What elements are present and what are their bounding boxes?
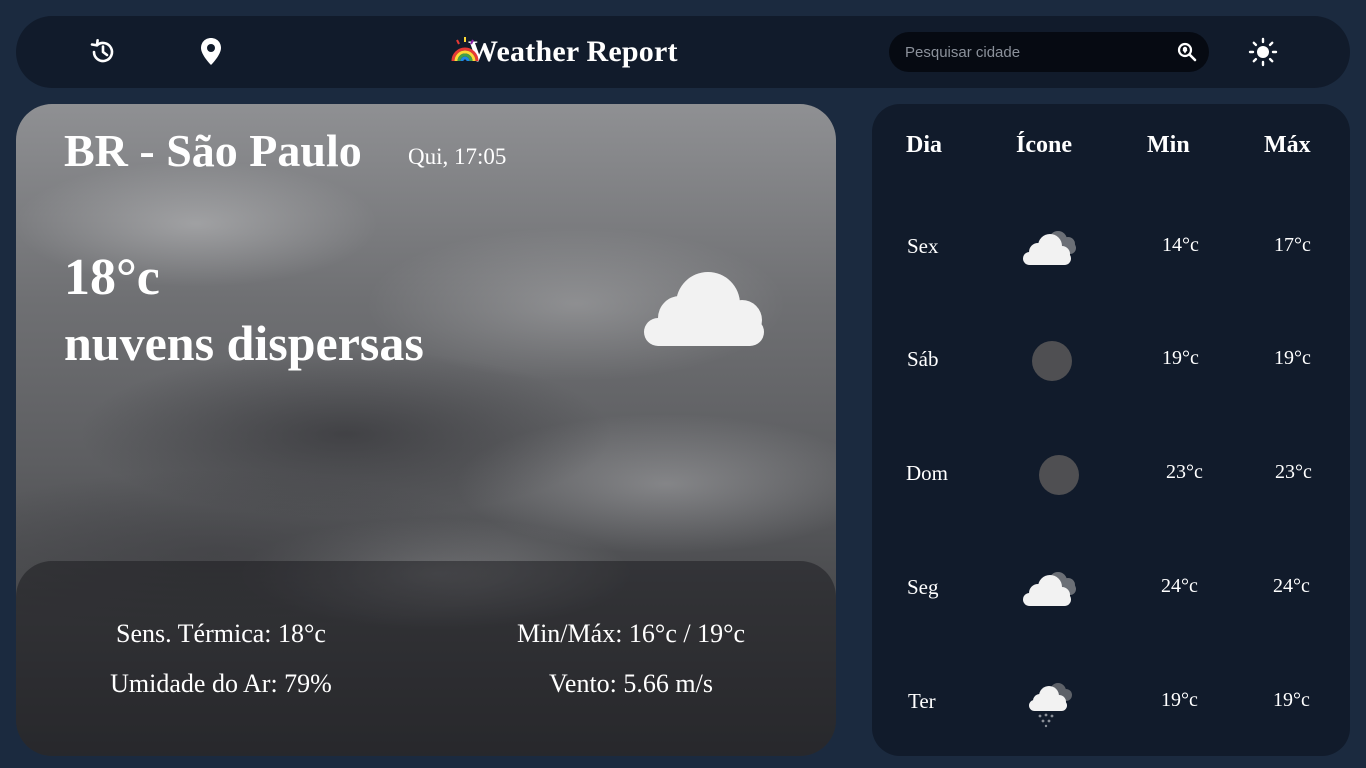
location-pin-icon[interactable] [196,37,226,67]
history-icon[interactable] [88,37,118,67]
forecast-max: 19°c [1273,689,1310,711]
forecast-row: Sex 14°c 17°c [872,216,1350,276]
overcast-icon [1032,341,1072,381]
weather-description: nuvens dispersas [64,315,424,371]
forecast-min: 14°c [1162,234,1199,256]
forecast-row: Seg 24°c 24°c [872,557,1350,617]
forecast-max: 17°c [1274,234,1311,256]
rainbow-logo-icon [451,37,479,62]
weather-stats-panel: Sens. Térmica: 18°c Min/Máx: 16°c / 19°c… [16,561,836,756]
forecast-day: Sáb [907,347,939,371]
forecast-min: 19°c [1161,689,1198,711]
search-input[interactable] [889,32,1169,72]
date-time: Qui, 17:05 [408,144,507,169]
forecast-max: 23°c [1275,461,1312,483]
forecast-row: Sáb 19°c 19°c [872,329,1350,389]
broken-clouds-icon [1023,572,1076,606]
forecast-day: Seg [907,575,939,599]
forecast-min: 19°c [1162,347,1199,369]
current-weather-card: BR - São Paulo Qui, 17:05 18°c nuvens di… [16,104,836,756]
min-max-temperature: Min/Máx: 16°c / 19°c [516,619,746,648]
forecast-day: Ter [908,689,936,713]
app-logo: Weather Report [450,32,678,72]
wind-speed: Vento: 5.66 m/s [549,669,713,698]
sun-theme-icon[interactable] [1248,37,1278,67]
app-header: Weather Report [16,16,1350,88]
current-temperature: 18°c [64,249,160,306]
overcast-icon [1039,455,1079,495]
search-location-icon[interactable] [1177,42,1197,62]
feels-like: Sens. Térmica: 18°c [116,619,326,648]
forecast-min: 24°c [1161,575,1198,597]
forecast-row: Ter 19°c 19°c [872,671,1350,731]
broken-clouds-icon [1023,231,1076,265]
forecast-max: 24°c [1273,575,1310,597]
light-rain-icon [1029,683,1072,728]
app-title: Weather Report [468,35,678,68]
city-search [889,32,1209,72]
city-name: BR - São Paulo [64,125,362,176]
forecast-panel: Dia Ícone Min Máx Sex 14°c 17°c Sáb 19°c… [872,104,1350,756]
forecast-day: Sex [907,234,939,258]
forecast-day: Dom [906,461,948,485]
scattered-clouds-icon [644,272,764,346]
forecast-header-day: Dia [906,132,942,158]
forecast-row: Dom 23°c 23°c [872,443,1350,503]
forecast-min: 23°c [1166,461,1203,483]
forecast-max: 19°c [1274,347,1311,369]
forecast-header-icon: Ícone [1016,132,1072,158]
forecast-header-min: Min [1147,132,1190,158]
humidity: Umidade do Ar: 79% [110,669,332,698]
forecast-header-max: Máx [1264,132,1311,158]
